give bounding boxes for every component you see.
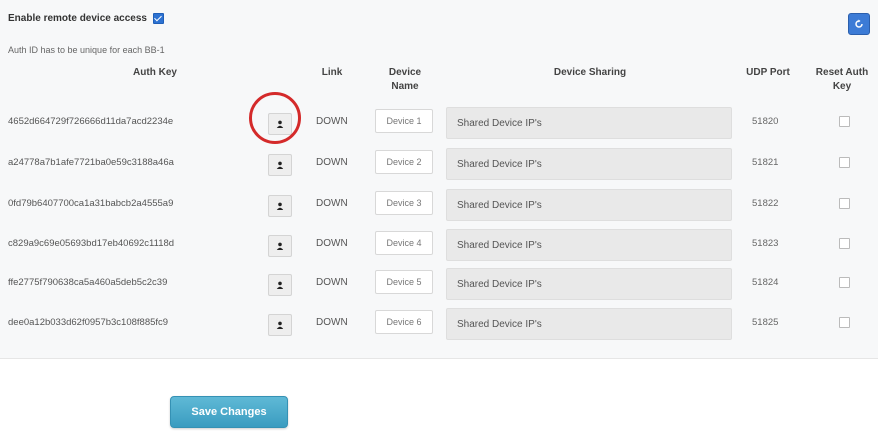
save-changes-button[interactable]: Save Changes <box>170 396 288 428</box>
device-sharing-field[interactable]: Shared Device IP's <box>446 148 732 180</box>
udp-port-value: 51824 <box>752 277 779 288</box>
header-device-name: Device Name <box>375 66 435 94</box>
auth-key-value: 4652d664729f726666d11da7acd2234e <box>8 116 174 127</box>
header-device-sharing: Device Sharing <box>553 67 627 78</box>
device-sharing-field[interactable]: Shared Device IP's <box>446 229 732 261</box>
udp-port-value: 51825 <box>752 317 779 328</box>
device-name-input[interactable] <box>375 109 433 133</box>
device-sharing-field[interactable]: Shared Device IP's <box>446 268 732 300</box>
reset-auth-key-checkbox[interactable] <box>839 198 850 209</box>
link-status: DOWN <box>316 116 348 127</box>
enable-remote-access-row: Enable remote device access <box>8 13 164 24</box>
user-icon <box>276 242 284 250</box>
auth-key-value: a24778a7b1afe7721ba0e59c3188a46a <box>8 157 174 168</box>
header-link: Link <box>321 67 343 78</box>
remote-access-panel: Enable remote device access Auth ID has … <box>0 0 878 359</box>
auth-id-note: Auth ID has to be unique for each BB-1 <box>8 45 165 55</box>
device-name-input[interactable] <box>375 231 433 255</box>
refresh-button[interactable] <box>848 13 870 35</box>
enable-remote-access-checkbox[interactable] <box>152 13 164 24</box>
link-status: DOWN <box>316 238 348 249</box>
table-row: dee0a12b033d62f0957b3c108f885fc9 DOWN Sh… <box>0 308 878 344</box>
udp-port-value: 51820 <box>752 116 779 127</box>
link-status: DOWN <box>316 198 348 209</box>
header-device-name-line1: Device <box>388 67 422 78</box>
link-status: DOWN <box>316 277 348 288</box>
table-row: 4652d664729f726666d11da7acd2234e DOWN Sh… <box>0 107 878 143</box>
reset-auth-key-checkbox[interactable] <box>839 157 850 168</box>
user-icon <box>276 120 284 128</box>
table-row: 0fd79b6407700ca1a31babcb2a4555a9 DOWN Sh… <box>0 189 878 225</box>
device-sharing-field[interactable]: Shared Device IP's <box>446 189 732 221</box>
link-button[interactable] <box>268 195 292 217</box>
user-icon <box>276 321 284 329</box>
device-name-input[interactable] <box>375 191 433 215</box>
table-row: c829a9c69e05693bd17eb40692c1118d DOWN Sh… <box>0 229 878 265</box>
user-icon <box>276 202 284 210</box>
device-name-input[interactable] <box>375 150 433 174</box>
link-button[interactable] <box>268 113 292 135</box>
udp-port-value: 51823 <box>752 238 779 249</box>
link-button[interactable] <box>268 314 292 336</box>
udp-port-value: 51822 <box>752 198 779 209</box>
reset-auth-key-checkbox[interactable] <box>839 317 850 328</box>
user-icon <box>276 161 284 169</box>
header-device-name-line2: Name <box>391 81 419 92</box>
header-reset-line2: Key <box>832 81 852 92</box>
reset-auth-key-checkbox[interactable] <box>839 116 850 127</box>
header-udp-port: UDP Port <box>746 67 790 78</box>
auth-key-value: ffe2775f790638ca5a460a5deb5c2c39 <box>8 277 168 288</box>
link-status: DOWN <box>316 157 348 168</box>
link-button[interactable] <box>268 154 292 176</box>
auth-key-value: dee0a12b033d62f0957b3c108f885fc9 <box>8 317 169 328</box>
header-reset-auth-key: Reset Auth Key <box>806 66 878 94</box>
auth-key-value: c829a9c69e05693bd17eb40692c1118d <box>8 238 175 249</box>
header-auth-key: Auth Key <box>133 67 177 78</box>
enable-remote-access-label: Enable remote device access <box>8 13 147 24</box>
link-button[interactable] <box>268 274 292 296</box>
device-sharing-field[interactable]: Shared Device IP's <box>446 107 732 139</box>
user-icon <box>276 281 284 289</box>
table-row: ffe2775f790638ca5a460a5deb5c2c39 DOWN Sh… <box>0 268 878 304</box>
refresh-icon <box>855 19 863 28</box>
device-name-input[interactable] <box>375 270 433 294</box>
header-reset-line1: Reset Auth <box>815 67 869 78</box>
auth-key-value: 0fd79b6407700ca1a31babcb2a4555a9 <box>8 198 174 209</box>
reset-auth-key-checkbox[interactable] <box>839 277 850 288</box>
reset-auth-key-checkbox[interactable] <box>839 238 850 249</box>
link-status: DOWN <box>316 317 348 328</box>
link-button[interactable] <box>268 235 292 257</box>
udp-port-value: 51821 <box>752 157 779 168</box>
table-row: a24778a7b1afe7721ba0e59c3188a46a DOWN Sh… <box>0 148 878 184</box>
device-name-input[interactable] <box>375 310 433 334</box>
device-sharing-field[interactable]: Shared Device IP's <box>446 308 732 340</box>
